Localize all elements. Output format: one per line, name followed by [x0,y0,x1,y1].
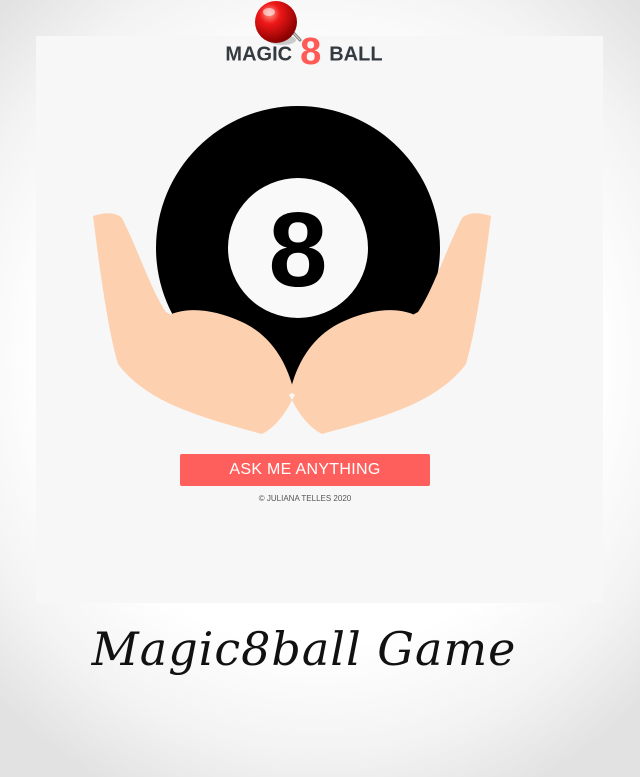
copyright-text: © JULIANA TELLES 2020 [258,494,352,503]
title-ball: BALL [329,43,383,66]
title-eight: 8 [300,31,322,73]
magic-8-ball-illustration: 8 [93,106,491,434]
app-title: MAGIC 8 BALL [0,33,608,71]
handwritten-caption: Magic8ball Game [91,622,517,676]
title-magic: MAGIC [225,43,293,66]
ask-me-anything-button[interactable]: ASK ME ANYTHING [180,454,430,486]
ball-number: 8 [269,191,328,309]
